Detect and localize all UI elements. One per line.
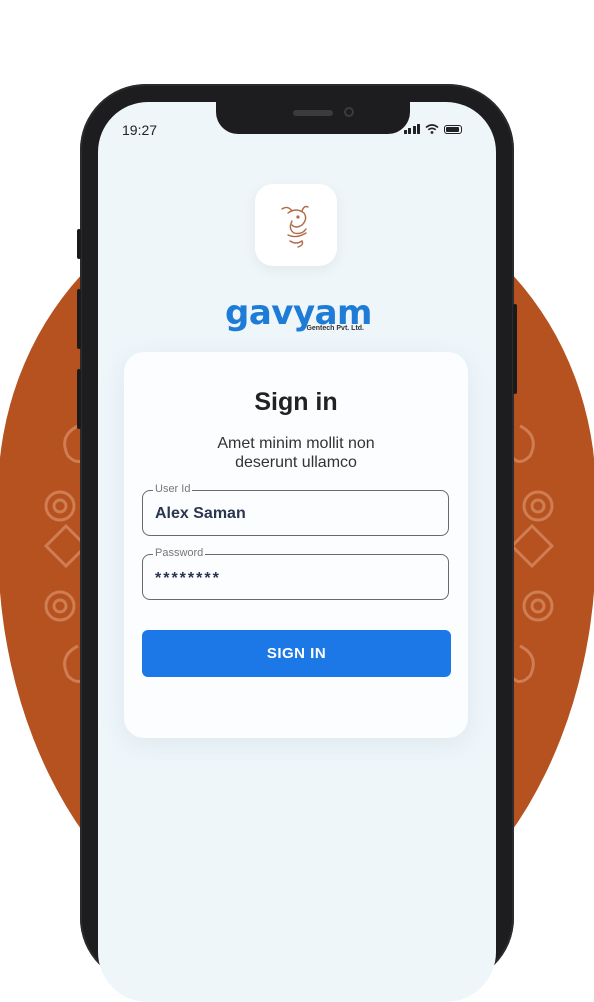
phone-screen: 19:27 gavyam Gentech Pvt. Ltd. Sign in A… bbox=[98, 102, 496, 1002]
brand-subtitle: Gentech Pvt. Ltd. bbox=[306, 325, 364, 332]
app-logo-icon bbox=[255, 184, 337, 266]
phone-frame: 19:27 gavyam Gentech Pvt. Ltd. Sign in A… bbox=[77, 84, 517, 1002]
password-label: Password bbox=[153, 547, 206, 559]
volume-up-button bbox=[77, 289, 81, 349]
signal-icon bbox=[403, 124, 420, 134]
cow-logo-icon bbox=[281, 205, 309, 248]
camera bbox=[344, 107, 354, 117]
password-value: ******** bbox=[155, 570, 221, 587]
status-time: 19:27 bbox=[122, 122, 158, 138]
wifi-icon bbox=[425, 124, 439, 134]
power-button bbox=[513, 304, 517, 394]
battery-icon bbox=[444, 125, 462, 134]
signin-title: Sign in bbox=[254, 388, 338, 416]
user-id-label: User Id bbox=[153, 483, 193, 495]
user-id-value: Alex Saman bbox=[155, 505, 246, 522]
password-field[interactable]: Password ******** bbox=[142, 547, 449, 600]
brand-logo: gavyam Gentech Pvt. Ltd. bbox=[225, 293, 372, 333]
mute-switch bbox=[77, 229, 81, 259]
notch bbox=[216, 102, 410, 134]
brand-name: gavyam bbox=[225, 293, 372, 333]
signin-button[interactable]: SIGN IN bbox=[142, 630, 451, 677]
speaker bbox=[293, 110, 333, 116]
signin-subtitle: Amet minim mollit non deserunt ullamco bbox=[217, 435, 375, 471]
user-id-field[interactable]: User Id Alex Saman bbox=[142, 483, 449, 536]
signin-card: Sign in Amet minim mollit non deserunt u… bbox=[124, 352, 468, 738]
status-icons bbox=[403, 124, 462, 134]
volume-down-button bbox=[77, 369, 81, 429]
